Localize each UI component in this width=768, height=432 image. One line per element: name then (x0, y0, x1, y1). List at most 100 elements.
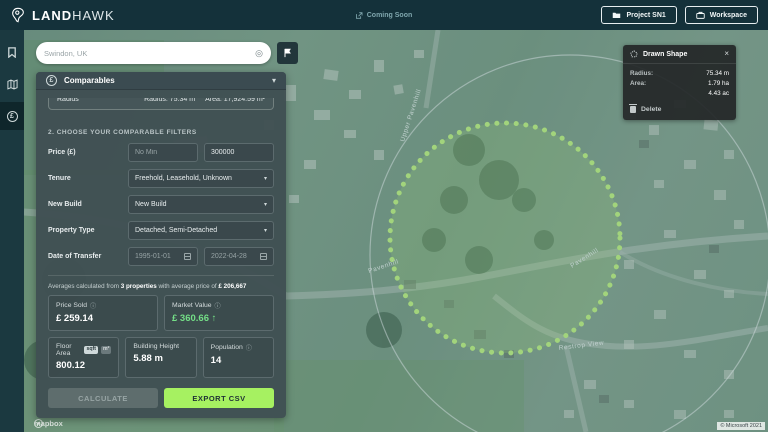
new-build-label: New Build (48, 201, 128, 208)
road-minor (566, 346, 586, 432)
unit-m2-toggle[interactable]: m² (101, 346, 111, 353)
selected-shape-row[interactable]: Radius Radius: 75.34 m Area: 17,924.59 m… (48, 98, 274, 110)
delete-shape-button[interactable]: Delete (630, 106, 729, 113)
drawn-shape-body: Radius: 75.34 m Area: 1.79 ha 4.43 ac De… (623, 64, 736, 120)
chevron-down-icon: ▾ (264, 227, 267, 234)
area-label: Area: (630, 79, 646, 89)
brand-name: LANDHAWK (32, 8, 115, 23)
map-field (274, 360, 524, 432)
calendar-icon (184, 253, 191, 260)
calculate-button[interactable]: CALCULATE (48, 388, 158, 408)
building-height-value: 5.88 m (133, 353, 188, 364)
drawn-circle[interactable] (390, 123, 620, 353)
landhawk-app: Upper Pavenhill Pavenhill Pavenhill Rest… (0, 0, 768, 432)
brand-land: LAND (32, 8, 72, 23)
sidebar-item-map-layers[interactable] (0, 70, 24, 98)
info-icon[interactable]: ⓘ (246, 343, 252, 352)
shape-area-text: Area: 17,924.59 m² (205, 98, 265, 103)
price-sold-value: £ 259.14 (56, 313, 150, 324)
search-input[interactable] (44, 49, 255, 58)
filter-row-date: Date of Transfer 1995-01-01 2022-04-28 (48, 247, 274, 266)
filter-row-new-build: New Build New Build ▾ (48, 195, 274, 214)
pound-circle-icon: £ (7, 111, 18, 122)
coming-soon-label: Coming Soon (367, 12, 413, 19)
locate-icon[interactable]: ◎ (255, 49, 263, 58)
floor-area-label: Floor Area (56, 343, 81, 357)
tenure-value: Freehold, Leasehold, Unknown (135, 175, 232, 182)
comparables-panel-header[interactable]: £ Comparables ▾ (36, 72, 286, 90)
project-button[interactable]: Project SN1 (601, 6, 676, 24)
info-icon[interactable]: ⓘ (215, 301, 221, 310)
population-label: Population (211, 344, 243, 351)
population-value: 14 (211, 355, 266, 366)
date-from-value: 1995-01-01 (135, 253, 171, 260)
bookmark-icon (7, 47, 17, 58)
briefcase-icon (696, 11, 705, 19)
averages-seg1: Averages calculated from (48, 283, 121, 290)
shape-radius-text: Radius: 75.34 m (144, 98, 195, 103)
shape-icon (630, 50, 638, 58)
floor-area-card: Floor Area sqft m² 800.12 (48, 337, 119, 378)
mapbox-attribution[interactable]: mapbox (34, 419, 63, 428)
price-min-input[interactable] (135, 149, 191, 156)
averages-note: Averages calculated from 3 properties wi… (48, 275, 274, 290)
unit-sqft-toggle[interactable]: sqft (84, 346, 98, 353)
property-type-select[interactable]: Detached, Semi-Detached ▾ (128, 221, 274, 240)
tenure-label: Tenure (48, 175, 128, 182)
averages-seg2: with average price of (157, 283, 219, 290)
area-value-ac: 4.43 ac (708, 89, 729, 99)
property-type-value: Detached, Semi-Detached (135, 227, 217, 234)
market-value-label: Market Value (172, 302, 212, 309)
flag-button[interactable] (277, 42, 298, 64)
info-icon[interactable]: ⓘ (90, 301, 96, 310)
workspace-button[interactable]: Workspace (685, 6, 758, 24)
property-type-label: Property Type (48, 227, 128, 234)
topbar-actions: Project SN1 Workspace (601, 6, 768, 24)
new-build-value: New Build (135, 201, 167, 208)
export-csv-button[interactable]: EXPORT CSV (164, 388, 274, 408)
coming-soon-link[interactable]: Coming Soon (356, 12, 413, 19)
chevron-down-icon: ▾ (264, 201, 267, 208)
sidebar-item-comparables[interactable]: £ (0, 102, 24, 130)
top-bar: LANDHAWK Coming Soon Project SN1 Workspa… (0, 0, 768, 30)
microsoft-attribution: © Microsoft 2021 (717, 422, 765, 430)
drawn-shape-area-row-2: 4.43 ac (630, 89, 729, 99)
radius-label: Radius: (630, 69, 653, 79)
drawn-shape-area-row: Area: 1.79 ha (630, 79, 729, 89)
date-to-value: 2022-04-28 (211, 253, 247, 260)
folder-icon (612, 11, 621, 19)
landhawk-logo-icon (10, 7, 26, 23)
sidebar-item-projects[interactable] (0, 38, 24, 66)
price-min-field-wrap (128, 143, 198, 162)
delete-label: Delete (641, 106, 661, 113)
map-icon (7, 79, 18, 90)
price-max-input[interactable] (211, 149, 267, 156)
stats-row-2: Floor Area sqft m² 800.12 Building Heigh… (48, 337, 274, 378)
shape-measurements: Radius: 75.34 m Area: 17,924.59 m² (144, 98, 265, 103)
price-sold-card: Price Soldⓘ £ 259.14 (48, 295, 158, 331)
left-sidebar: £ (0, 30, 24, 432)
shape-name: Radius (57, 98, 79, 103)
market-value-card: Market Valueⓘ £ 360.66 ↑ (164, 295, 274, 331)
comparables-panel: £ Comparables ▾ Radius Radius: 75.34 m A… (36, 72, 286, 418)
drawn-shape-radius-row: Radius: 75.34 m (630, 69, 729, 79)
flag-icon (283, 48, 292, 58)
date-to-field[interactable]: 2022-04-28 (204, 247, 274, 266)
date-from-field[interactable]: 1995-01-01 (128, 247, 198, 266)
tenure-select[interactable]: Freehold, Leasehold, Unknown ▾ (128, 169, 274, 188)
filter-row-price: Price (£) (48, 143, 274, 162)
calendar-icon (260, 253, 267, 260)
price-label: Price (£) (48, 149, 128, 156)
new-build-select[interactable]: New Build ▾ (128, 195, 274, 214)
building-height-card: Building Height 5.88 m (125, 337, 196, 378)
shape-list-scroll[interactable]: Radius Radius: 75.34 m Area: 17,924.59 m… (36, 98, 286, 120)
close-icon[interactable]: × (724, 50, 729, 58)
trash-icon (630, 106, 636, 113)
averages-count: 3 properties (121, 283, 157, 290)
search-bar: ◎ (36, 42, 271, 64)
brand-logo[interactable]: LANDHAWK (0, 7, 115, 23)
project-button-label: Project SN1 (626, 12, 665, 19)
chevron-down-icon[interactable]: ▾ (272, 76, 276, 85)
drawn-shape-title: Drawn Shape (643, 51, 687, 58)
market-value-number: £ 360.66 (172, 313, 209, 324)
